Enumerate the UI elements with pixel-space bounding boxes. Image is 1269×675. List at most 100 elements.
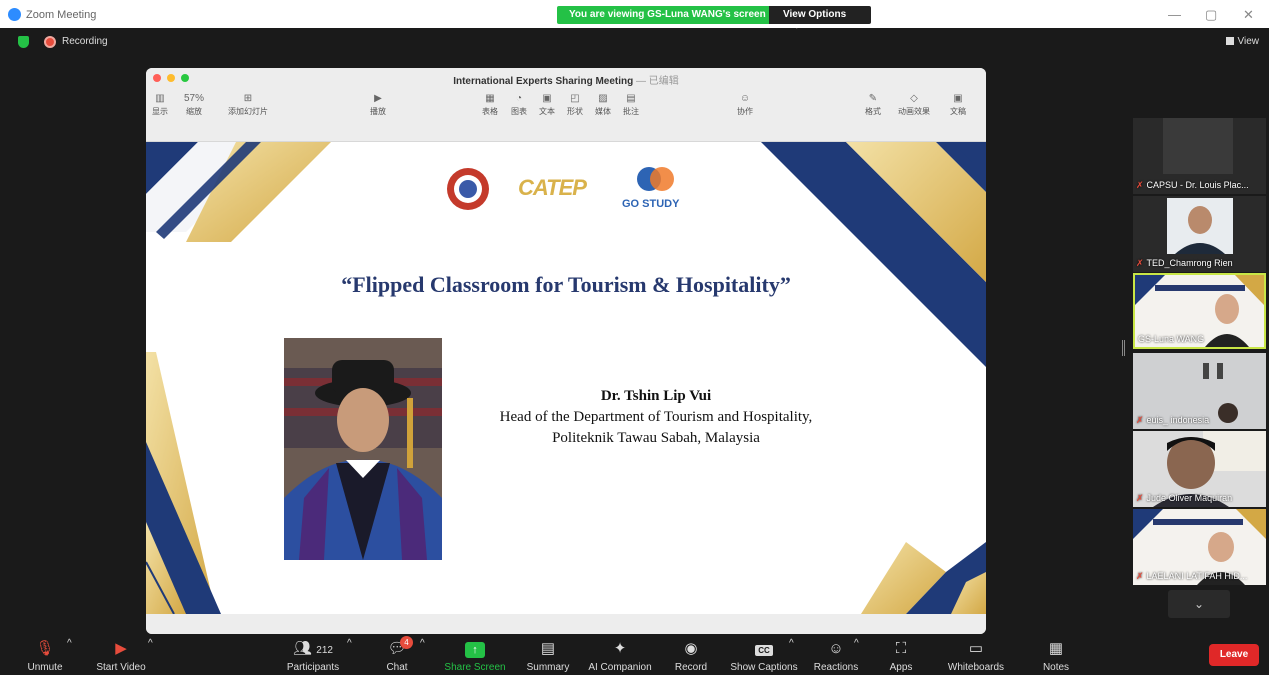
muted-microphone-icon: 🎙︎ [35,640,55,657]
tool-media[interactable]: ▨ 媒体 [595,92,611,117]
participants-icon-group: 👥︎ 212 [278,638,348,660]
tool-play[interactable]: ▶ 播放 [370,92,386,117]
video-tile[interactable]: ✗ Jude Oliver Maquiran [1133,431,1266,507]
captions-icon: CC [755,645,773,656]
tool-format[interactable]: ✎ 格式 [865,92,881,117]
chevron-down-icon: ⌄ [1193,597,1205,611]
active-speaker-tile[interactable]: GS-Luna WANG [1133,273,1266,349]
start-video-button[interactable]: ▶︎ Start Video [92,638,150,673]
unmute-label: Unmute [27,662,63,673]
tool-zoom[interactable]: 57% 缩放 [184,92,204,117]
speaker-portrait-image [284,338,442,560]
reactions-smiley-icon: ☺ [828,640,844,657]
tool-label: 缩放 [186,107,202,116]
muted-mic-icon: ✗ [1136,258,1144,268]
tool-label: 播放 [370,107,386,116]
record-button[interactable]: ◉ Record [672,638,710,673]
media-icon: ▨ [598,93,608,104]
chat-options-caret[interactable]: ^ [420,638,425,649]
shared-screen: International Experts Sharing Meeting — … [146,68,986,634]
captions-options-caret[interactable]: ^ [789,638,794,649]
participant-name: ✗ LAELANI LATIFAH HID... [1136,571,1248,581]
tool-comment[interactable]: ▤ 批注 [623,92,639,117]
whiteboards-button[interactable]: ▭ Whiteboards [944,638,1008,673]
tool-animate[interactable]: ◇ 动画效果 [898,92,930,117]
slide-title: “Flipped Classroom for Tourism & Hospita… [341,272,791,297]
tool-document[interactable]: ▣ 文稿 [950,92,966,117]
view-label: View [1237,36,1260,47]
speaker-organization: Politeknik Tawau Sabah, Malaysia [552,430,760,446]
gallery-scroll-down-button[interactable]: ⌄ [1168,590,1230,618]
view-options-button[interactable]: View Options ⌄ [769,6,871,30]
participants-button[interactable]: 👥︎ 212 Participants [278,638,348,673]
close-icon[interactable]: ✕ [1243,7,1254,23]
speaker-name: Dr. Tshin Lip Vui [600,388,712,404]
meeting-toolbar: 🎙︎ Unmute ^ ▶︎ Start Video ^ 👥︎ 212 Part… [0,636,1269,675]
start-video-label: Start Video [96,662,146,673]
video-options-caret[interactable]: ^ [148,638,153,649]
unmute-button[interactable]: 🎙︎ Unmute [22,638,68,673]
tool-table[interactable]: ▦ 表格 [482,92,498,117]
leave-button[interactable]: Leave [1209,644,1259,666]
gostudy-logo: GO STUDY [622,198,680,210]
tool-display[interactable]: ▥ 显示 [152,92,168,117]
reactions-label: Reactions [813,662,859,673]
format-brush-icon: ✎ [868,93,878,104]
tool-collaborate[interactable]: ☺ 协作 [737,92,753,117]
tool-chart[interactable]: ◔ 图表 [511,92,527,117]
participant-name: ✗ Jude Oliver Maquiran [1136,493,1233,503]
tool-label: 文本 [539,107,555,116]
video-tile[interactable]: ✗ euis_ indonesia [1133,353,1266,429]
play-icon: ▶ [374,93,382,104]
document-icon: ▣ [953,93,963,104]
view-button[interactable]: View [1225,36,1260,47]
audio-options-caret[interactable]: ^ [67,638,72,649]
participant-name: GS-Luna WANG [1138,334,1205,344]
reactions-button[interactable]: ☺ Reactions [812,638,860,673]
video-tile[interactable]: ✗ TED_Chamrong Rien [1133,196,1266,272]
tool-label: 表格 [482,107,498,116]
tool-label: 添加幻灯片 [228,107,268,116]
tool-add-slide[interactable]: ⊞ 添加幻灯片 [228,92,268,117]
participants-label: Participants [286,662,340,673]
tool-text[interactable]: ▣ 文本 [539,92,555,117]
muted-mic-icon: ✗ [1136,571,1144,581]
reactions-options-caret[interactable]: ^ [854,638,859,649]
recording-label[interactable]: Recording [62,36,108,47]
tool-label: 图表 [511,107,527,116]
tool-shape[interactable]: ◰ 形状 [567,92,583,117]
record-icon: ◉ [684,640,698,657]
chart-icon: ◔ [515,93,523,104]
minimize-icon[interactable]: — [1168,7,1181,22]
keynote-document-title: International Experts Sharing Meeting [453,76,634,87]
text-icon: ▣ [542,93,552,104]
speaker-role: Head of the Department of Tourism and Ho… [499,409,813,425]
keynote-bottom-bar [146,614,986,634]
apps-button[interactable]: ⛶ Apps [886,638,916,673]
video-tile[interactable]: ✗ CAPSU - Dr. Louis Plac... [1133,118,1266,194]
participants-icon: 👥︎ [293,640,313,657]
zoom-value: 57% [184,93,205,104]
restore-icon[interactable]: ▢ [1205,7,1217,23]
muted-mic-icon: ✗ [1136,493,1144,503]
encryption-shield-icon[interactable] [18,36,29,48]
catep-logo: CATEP [518,175,587,200]
zoom-meeting-window: Zoom Meeting You are viewing GS-Luna WAN… [0,0,1269,675]
summary-button[interactable]: ▤ Summary [524,638,572,673]
shape-icon: ◰ [570,93,580,104]
view-options-label: View Options [783,9,847,20]
share-screen-button[interactable]: ↑ Share Screen [444,638,506,673]
apps-label: Apps [889,662,913,673]
notes-button[interactable]: ▦ Notes [1040,638,1072,673]
whiteboards-label: Whiteboards [947,662,1005,673]
sidebar-icon: ▥ [155,93,165,104]
ai-sparkle-icon: ✦ [613,640,627,657]
slide-decoration [146,142,986,614]
muted-mic-icon: ✗ [1136,415,1144,425]
video-tile[interactable]: ✗ LAELANI LATIFAH HID... [1133,509,1266,585]
ai-companion-button[interactable]: ✦ AI Companion [586,638,654,673]
participant-name: ✗ euis_ indonesia [1136,415,1210,425]
participants-options-caret[interactable]: ^ [347,638,352,649]
gallery-resize-handle[interactable] [1122,340,1125,356]
tool-label: 显示 [152,107,168,116]
